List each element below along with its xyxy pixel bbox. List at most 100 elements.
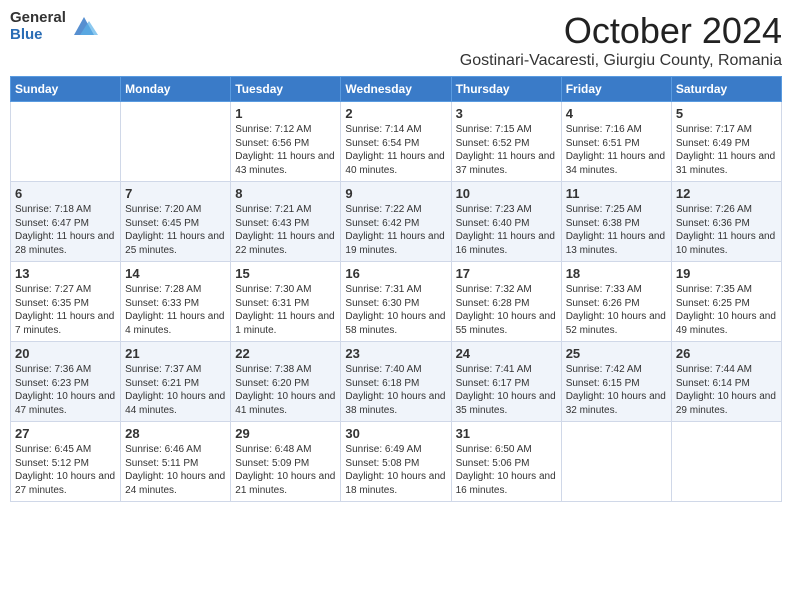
cell-info: Sunrise: 7:30 AM Sunset: 6:31 PM Dayligh… (235, 283, 336, 337)
week-row-3: 13 Sunrise: 7:27 AM Sunset: 6:35 PM Dayli… (11, 262, 782, 342)
calendar-cell: 22 Sunrise: 7:38 AM Sunset: 6:20 PM Dayli… (231, 342, 341, 422)
calendar-cell: 1 Sunrise: 7:12 AM Sunset: 6:56 PM Daylig… (231, 102, 341, 182)
day-number: 31 (456, 426, 557, 441)
day-number: 27 (15, 426, 116, 441)
weekday-header-row: SundayMondayTuesdayWednesdayThursdayFrid… (11, 77, 782, 102)
day-number: 16 (345, 266, 446, 281)
calendar-cell (11, 102, 121, 182)
calendar-cell: 28Sunrise: 6:46 AM Sunset: 5:11 PM Dayli… (121, 422, 231, 502)
weekday-header-saturday: Saturday (671, 77, 781, 102)
weekday-header-wednesday: Wednesday (341, 77, 451, 102)
day-number: 29 (235, 426, 336, 441)
day-number: 4 (566, 106, 667, 121)
day-number: 21 (125, 346, 226, 361)
cell-info: Sunrise: 6:48 AM Sunset: 5:09 PM Dayligh… (235, 443, 336, 497)
logo-icon (70, 13, 98, 41)
cell-info: Sunrise: 6:50 AM Sunset: 5:06 PM Dayligh… (456, 443, 557, 497)
cell-info: Sunrise: 7:15 AM Sunset: 6:52 PM Dayligh… (456, 123, 557, 177)
cell-info: Sunrise: 7:16 AM Sunset: 6:51 PM Dayligh… (566, 123, 667, 177)
cell-info: Sunrise: 6:49 AM Sunset: 5:08 PM Dayligh… (345, 443, 446, 497)
calendar-cell: 6 Sunrise: 7:18 AM Sunset: 6:47 PM Daylig… (11, 182, 121, 262)
cell-info: Sunrise: 7:28 AM Sunset: 6:33 PM Dayligh… (125, 283, 226, 337)
day-number: 17 (456, 266, 557, 281)
calendar-cell: 5Sunrise: 7:17 AM Sunset: 6:49 PM Daylig… (671, 102, 781, 182)
day-number: 18 (566, 266, 667, 281)
cell-info: Sunrise: 6:45 AM Sunset: 5:12 PM Dayligh… (15, 443, 116, 497)
day-number: 3 (456, 106, 557, 121)
day-number: 10 (456, 186, 557, 201)
cell-info: Sunrise: 7:31 AM Sunset: 6:30 PM Dayligh… (345, 283, 446, 337)
day-number: 9 (345, 186, 446, 201)
calendar-cell: 12 Sunrise: 7:26 AM Sunset: 6:36 PM Dayli… (671, 182, 781, 262)
calendar-cell (121, 102, 231, 182)
weekday-header-tuesday: Tuesday (231, 77, 341, 102)
page-header: General Blue October 2024 Gostinari-Vaca… (10, 10, 782, 70)
cell-info: Sunrise: 7:38 AM Sunset: 6:20 PM Dayligh… (235, 363, 336, 417)
cell-info: Sunrise: 7:41 AM Sunset: 6:17 PM Dayligh… (456, 363, 557, 417)
cell-info: Sunrise: 7:40 AM Sunset: 6:18 PM Dayligh… (345, 363, 446, 417)
cell-info: Sunrise: 7:26 AM Sunset: 6:36 PM Dayligh… (676, 203, 777, 257)
day-number: 26 (676, 346, 777, 361)
cell-info: Sunrise: 7:12 AM Sunset: 6:56 PM Dayligh… (235, 123, 336, 177)
logo-blue-text: Blue (10, 27, 66, 44)
calendar-cell: 27 Sunrise: 6:45 AM Sunset: 5:12 PM Dayli… (11, 422, 121, 502)
cell-info: Sunrise: 7:37 AM Sunset: 6:21 PM Dayligh… (125, 363, 226, 417)
weekday-header-sunday: Sunday (11, 77, 121, 102)
cell-info: Sunrise: 7:21 AM Sunset: 6:43 PM Dayligh… (235, 203, 336, 257)
month-title: October 2024 (460, 10, 782, 52)
cell-info: Sunrise: 7:25 AM Sunset: 6:38 PM Dayligh… (566, 203, 667, 257)
week-row-5: 27 Sunrise: 6:45 AM Sunset: 5:12 PM Dayli… (11, 422, 782, 502)
day-number: 23 (345, 346, 446, 361)
day-number: 1 (235, 106, 336, 121)
logo: General Blue (10, 10, 98, 43)
calendar-cell (561, 422, 671, 502)
cell-info: Sunrise: 7:23 AM Sunset: 6:40 PM Dayligh… (456, 203, 557, 257)
calendar-cell: 4 Sunrise: 7:16 AM Sunset: 6:51 PM Daylig… (561, 102, 671, 182)
day-number: 13 (15, 266, 116, 281)
calendar-cell (671, 422, 781, 502)
day-number: 15 (235, 266, 336, 281)
cell-info: Sunrise: 7:44 AM Sunset: 6:14 PM Dayligh… (676, 363, 777, 417)
calendar-cell: 14 Sunrise: 7:28 AM Sunset: 6:33 PM Dayli… (121, 262, 231, 342)
calendar-cell: 7Sunrise: 7:20 AM Sunset: 6:45 PM Daylig… (121, 182, 231, 262)
week-row-2: 6 Sunrise: 7:18 AM Sunset: 6:47 PM Daylig… (11, 182, 782, 262)
cell-info: Sunrise: 7:33 AM Sunset: 6:26 PM Dayligh… (566, 283, 667, 337)
cell-info: Sunrise: 7:35 AM Sunset: 6:25 PM Dayligh… (676, 283, 777, 337)
calendar-cell: 16 Sunrise: 7:31 AM Sunset: 6:30 PM Dayli… (341, 262, 451, 342)
calendar-table: SundayMondayTuesdayWednesdayThursdayFrid… (10, 76, 782, 502)
calendar-cell: 21 Sunrise: 7:37 AM Sunset: 6:21 PM Dayli… (121, 342, 231, 422)
calendar-cell: 25Sunrise: 7:42 AM Sunset: 6:15 PM Dayli… (561, 342, 671, 422)
title-block: October 2024 Gostinari-Vacaresti, Giurgi… (460, 10, 782, 70)
calendar-cell: 10 Sunrise: 7:23 AM Sunset: 6:40 PM Dayli… (451, 182, 561, 262)
calendar-cell: 19 Sunrise: 7:35 AM Sunset: 6:25 PM Dayli… (671, 262, 781, 342)
day-number: 19 (676, 266, 777, 281)
logo-general-text: General (10, 10, 66, 27)
day-number: 12 (676, 186, 777, 201)
week-row-4: 20Sunrise: 7:36 AM Sunset: 6:23 PM Dayli… (11, 342, 782, 422)
calendar-cell: 18 Sunrise: 7:33 AM Sunset: 6:26 PM Dayli… (561, 262, 671, 342)
cell-info: Sunrise: 7:32 AM Sunset: 6:28 PM Dayligh… (456, 283, 557, 337)
calendar-cell: 20Sunrise: 7:36 AM Sunset: 6:23 PM Dayli… (11, 342, 121, 422)
week-row-1: 1 Sunrise: 7:12 AM Sunset: 6:56 PM Daylig… (11, 102, 782, 182)
calendar-cell: 9 Sunrise: 7:22 AM Sunset: 6:42 PM Daylig… (341, 182, 451, 262)
weekday-header-friday: Friday (561, 77, 671, 102)
day-number: 8 (235, 186, 336, 201)
calendar-cell: 15 Sunrise: 7:30 AM Sunset: 6:31 PM Dayli… (231, 262, 341, 342)
day-number: 6 (15, 186, 116, 201)
day-number: 11 (566, 186, 667, 201)
cell-info: Sunrise: 7:18 AM Sunset: 6:47 PM Dayligh… (15, 203, 116, 257)
day-number: 24 (456, 346, 557, 361)
cell-info: Sunrise: 6:46 AM Sunset: 5:11 PM Dayligh… (125, 443, 226, 497)
calendar-cell: 30 Sunrise: 6:49 AM Sunset: 5:08 PM Dayli… (341, 422, 451, 502)
cell-info: Sunrise: 7:22 AM Sunset: 6:42 PM Dayligh… (345, 203, 446, 257)
cell-info: Sunrise: 7:14 AM Sunset: 6:54 PM Dayligh… (345, 123, 446, 177)
calendar-cell: 3 Sunrise: 7:15 AM Sunset: 6:52 PM Daylig… (451, 102, 561, 182)
calendar-cell: 8 Sunrise: 7:21 AM Sunset: 6:43 PM Daylig… (231, 182, 341, 262)
day-number: 30 (345, 426, 446, 441)
day-number: 14 (125, 266, 226, 281)
cell-info: Sunrise: 7:42 AM Sunset: 6:15 PM Dayligh… (566, 363, 667, 417)
cell-info: Sunrise: 7:27 AM Sunset: 6:35 PM Dayligh… (15, 283, 116, 337)
calendar-cell: 31 Sunrise: 6:50 AM Sunset: 5:06 PM Dayli… (451, 422, 561, 502)
day-number: 22 (235, 346, 336, 361)
cell-info: Sunrise: 7:36 AM Sunset: 6:23 PM Dayligh… (15, 363, 116, 417)
